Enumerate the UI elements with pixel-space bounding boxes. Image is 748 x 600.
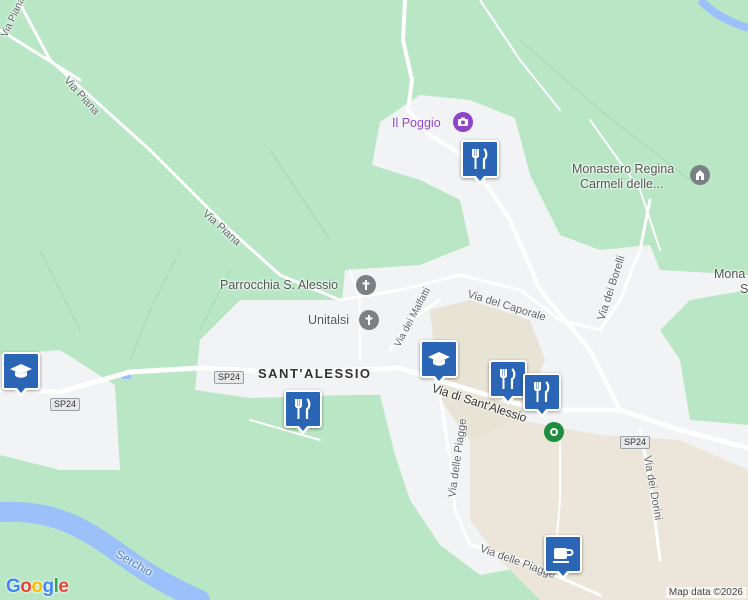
road-shield-sp24: SP24 — [620, 436, 651, 449]
place-label-monastero-line2[interactable]: Carmeli delle... — [580, 177, 663, 191]
school-pin[interactable] — [420, 340, 458, 385]
fork-knife-icon — [534, 381, 550, 402]
map-canvas[interactable] — [0, 0, 748, 600]
place-label-unitalsi[interactable]: Unitalsi — [308, 313, 349, 327]
place-label-parrocchia[interactable]: Parrocchia S. Alessio — [220, 278, 338, 292]
road-shield-sp24: SP24 — [214, 371, 245, 384]
cafe-pin[interactable] — [544, 535, 582, 580]
place-label-il-poggio[interactable]: Il Poggio — [392, 116, 441, 130]
road-shield-sp24: SP24 — [50, 398, 81, 411]
church-icon[interactable] — [359, 310, 379, 330]
coffee-cup-icon — [553, 548, 574, 563]
restaurant-pin[interactable] — [489, 360, 527, 405]
fork-knife-icon — [500, 368, 516, 389]
graduation-cap-icon — [428, 352, 450, 366]
place-label-mona-partial-2[interactable]: S — [740, 282, 748, 296]
church-icon[interactable] — [356, 275, 376, 295]
fork-knife-icon — [472, 148, 488, 169]
restaurant-pin[interactable] — [523, 373, 561, 418]
place-label-monastero-line1[interactable]: Monastero Regina — [572, 162, 674, 176]
school-pin[interactable] — [2, 352, 40, 397]
place-label-mona-partial[interactable]: Mona — [714, 267, 745, 281]
map-marker-icon[interactable] — [544, 422, 564, 442]
graduation-cap-icon — [10, 364, 32, 378]
camera-icon[interactable] — [453, 112, 473, 132]
river-top-right — [697, 0, 748, 32]
restaurant-pin[interactable] — [284, 390, 322, 435]
town-label-sant-alessio: SANT'ALESSIO — [258, 366, 372, 381]
restaurant-pin[interactable] — [461, 140, 499, 185]
fork-knife-icon — [295, 398, 311, 419]
monastery-icon[interactable] — [690, 165, 710, 185]
map-data-attribution[interactable]: Map data ©2026 — [665, 587, 746, 598]
google-logo: Google — [6, 576, 69, 597]
